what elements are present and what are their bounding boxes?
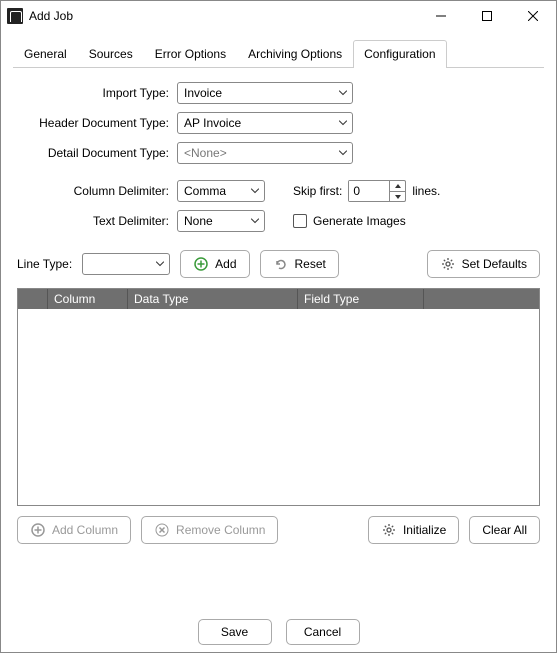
import-type-label: Import Type: (17, 86, 177, 100)
chevron-down-icon (339, 121, 347, 126)
add-button[interactable]: Add (180, 250, 249, 278)
detail-doc-type-value: <None> (184, 146, 227, 160)
columns-grid[interactable]: Column Data Type Field Type (17, 288, 540, 506)
detail-doc-type-label: Detail Document Type: (17, 146, 177, 160)
tab-bar: General Sources Error Options Archiving … (13, 39, 544, 68)
window-title: Add Job (29, 9, 418, 23)
tab-general[interactable]: General (13, 40, 78, 68)
plus-circle-icon (193, 256, 209, 272)
grid-body[interactable] (18, 309, 539, 506)
add-column-button[interactable]: Add Column (17, 516, 131, 544)
grid-header-fieldtype: Field Type (298, 289, 424, 309)
initialize-button-label: Initialize (403, 523, 446, 537)
reset-button[interactable]: Reset (260, 250, 339, 278)
spinner-up-button[interactable] (390, 181, 406, 191)
chevron-down-icon (251, 189, 259, 194)
import-type-select[interactable]: Invoice (177, 82, 353, 104)
skip-first-input[interactable] (349, 181, 389, 201)
line-type-label: Line Type: (17, 257, 72, 271)
close-button[interactable] (510, 1, 556, 31)
column-delimiter-label: Column Delimiter: (17, 184, 177, 198)
header-doc-type-select[interactable]: AP Invoice (177, 112, 353, 134)
reset-button-label: Reset (295, 257, 326, 271)
tab-error-options[interactable]: Error Options (144, 40, 237, 68)
text-delimiter-label: Text Delimiter: (17, 214, 177, 228)
initialize-button[interactable]: Initialize (368, 516, 459, 544)
grid-header-column: Column (48, 289, 128, 309)
cancel-button[interactable]: Cancel (286, 619, 360, 645)
set-defaults-button[interactable]: Set Defaults (427, 250, 540, 278)
add-column-label: Add Column (52, 523, 118, 537)
tab-configuration[interactable]: Configuration (353, 40, 446, 68)
line-type-select[interactable] (82, 253, 170, 275)
import-type-value: Invoice (184, 86, 222, 100)
header-doc-type-label: Header Document Type: (17, 116, 177, 130)
grid-header-blank (18, 289, 48, 309)
spinner-down-button[interactable] (390, 191, 406, 201)
chevron-down-icon (339, 151, 347, 156)
plus-circle-icon (30, 522, 46, 538)
detail-doc-type-select[interactable]: <None> (177, 142, 353, 164)
header-doc-type-value: AP Invoice (184, 116, 241, 130)
text-delimiter-select[interactable]: None (177, 210, 265, 232)
generate-images-label: Generate Images (313, 214, 406, 228)
maximize-button[interactable] (464, 1, 510, 31)
save-button-label: Save (221, 625, 248, 639)
cancel-button-label: Cancel (304, 625, 341, 639)
tab-archiving-options[interactable]: Archiving Options (237, 40, 353, 68)
clear-all-button[interactable]: Clear All (469, 516, 540, 544)
remove-column-button[interactable]: Remove Column (141, 516, 278, 544)
undo-arrow-icon (273, 256, 289, 272)
chevron-down-icon (339, 91, 347, 96)
app-icon (7, 8, 23, 24)
grid-header-blank2 (424, 289, 539, 309)
minimize-button[interactable] (418, 1, 464, 31)
gear-icon (440, 256, 456, 272)
text-delimiter-value: None (184, 214, 213, 228)
chevron-down-icon (156, 262, 164, 267)
grid-header: Column Data Type Field Type (18, 289, 539, 309)
save-button[interactable]: Save (198, 619, 272, 645)
remove-column-label: Remove Column (176, 523, 265, 537)
column-delimiter-select[interactable]: Comma (177, 180, 265, 202)
grid-header-datatype: Data Type (128, 289, 298, 309)
lines-label: lines. (412, 184, 440, 198)
skip-first-label: Skip first: (293, 184, 342, 198)
add-button-label: Add (215, 257, 236, 271)
skip-first-spinner[interactable] (348, 180, 406, 202)
column-delimiter-value: Comma (184, 184, 226, 198)
x-circle-icon (154, 522, 170, 538)
clear-all-button-label: Clear All (482, 523, 527, 537)
set-defaults-button-label: Set Defaults (462, 257, 527, 271)
generate-images-checkbox[interactable] (293, 214, 307, 228)
gear-icon (381, 522, 397, 538)
tab-sources[interactable]: Sources (78, 40, 144, 68)
chevron-down-icon (251, 219, 259, 224)
